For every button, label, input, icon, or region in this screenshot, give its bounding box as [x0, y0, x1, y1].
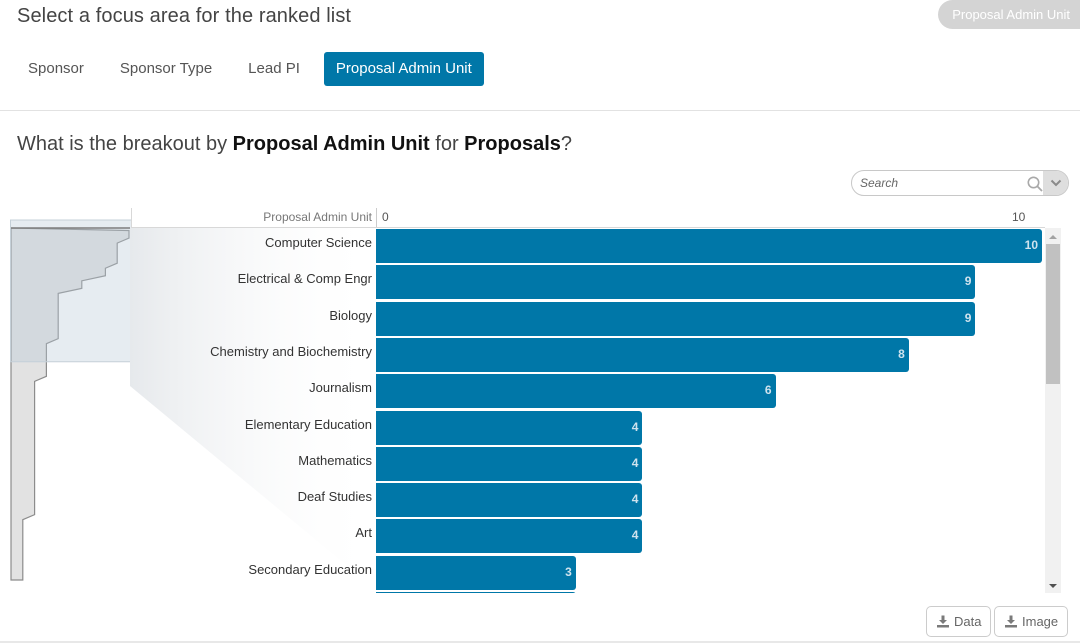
- axis-zero-line: [376, 208, 377, 227]
- header-divider: [0, 110, 1080, 111]
- tab-sponsor-type[interactable]: Sponsor Type: [108, 52, 224, 86]
- chart-question: What is the breakout by Proposal Admin U…: [17, 133, 572, 156]
- bar[interactable]: 4: [376, 446, 643, 481]
- bar[interactable]: 9: [376, 265, 976, 300]
- bar-value-label: 9: [964, 274, 972, 289]
- axis-dimension-label: Proposal Admin Unit: [263, 210, 372, 224]
- bar-label[interactable]: Biology: [329, 308, 372, 323]
- bar-value-label: 4: [631, 492, 639, 507]
- focus-area-title: Select a focus area for the ranked list: [17, 5, 352, 27]
- scrollbar-thumb[interactable]: [1046, 244, 1060, 384]
- bar-label[interactable]: Deaf Studies: [298, 489, 372, 504]
- bar-chart-area: Computer Science 10 Electrical & Comp Engr…: [130, 228, 1045, 593]
- search-icon[interactable]: [1026, 175, 1044, 193]
- bar-label[interactable]: Art: [355, 525, 372, 540]
- search-box: [851, 170, 1069, 196]
- bar-value-label: 4: [631, 419, 639, 434]
- bar[interactable]: 8: [376, 337, 909, 372]
- chevron-down-icon: [1050, 179, 1061, 187]
- tab-proposal-admin-unit[interactable]: Proposal Admin Unit: [323, 52, 484, 86]
- question-suffix: ?: [560, 133, 572, 155]
- current-focus-pill[interactable]: Proposal Admin Unit: [938, 0, 1080, 29]
- search-input[interactable]: [860, 174, 1020, 192]
- chart-scrollbar[interactable]: [1045, 228, 1061, 593]
- question-prefix: What is the breakout by: [17, 133, 233, 155]
- search-dropdown-button[interactable]: [1043, 171, 1068, 195]
- scroll-down-arrow-icon[interactable]: [1045, 579, 1061, 593]
- x-tick-0: 0: [382, 210, 389, 224]
- bar-value-label: 6: [764, 383, 772, 398]
- bar-value-label: 3: [565, 564, 572, 579]
- bar[interactable]: 6: [376, 374, 776, 409]
- tab-sponsor[interactable]: Sponsor: [16, 52, 96, 86]
- bar-label[interactable]: Electrical & Comp Engr: [238, 271, 372, 286]
- scroll-up-arrow-icon[interactable]: [1045, 230, 1061, 244]
- download-icon: [1005, 615, 1017, 628]
- bar-label[interactable]: Journalism: [309, 380, 372, 395]
- question-measure: Proposals: [464, 133, 561, 155]
- overview-divider: [131, 208, 132, 227]
- bar-label[interactable]: Elementary Education: [245, 417, 372, 432]
- bar-label[interactable]: Secondary Education: [248, 562, 372, 577]
- bar-value-label: 4: [631, 528, 639, 543]
- tab-lead-pi[interactable]: Lead PI: [236, 52, 312, 86]
- bar-value-label: 10: [1024, 238, 1038, 252]
- x-tick-10: 10: [1012, 210, 1026, 224]
- download-image-button[interactable]: Image: [994, 606, 1069, 637]
- download-data-label: Data: [954, 614, 982, 629]
- download-icon: [937, 615, 949, 628]
- bar-label[interactable]: Computer Science: [265, 235, 372, 250]
- bar-value-label: 9: [964, 310, 972, 325]
- overview-chart: [10, 219, 132, 581]
- bar[interactable]: 4: [376, 483, 643, 518]
- bar[interactable]: 9: [376, 301, 976, 336]
- overview-viewport-window: [10, 219, 132, 363]
- question-middle: for: [429, 133, 465, 155]
- bar-next-partial[interactable]: [376, 592, 576, 593]
- focus-tabs: Sponsor Sponsor Type Lead PI Proposal Ad…: [16, 52, 496, 86]
- bar-value-label: 8: [898, 346, 905, 361]
- bar[interactable]: 10: [376, 229, 1042, 263]
- download-image-label: Image: [1022, 614, 1059, 629]
- question-dimension: Proposal Admin Unit: [232, 133, 430, 155]
- bar[interactable]: 4: [376, 410, 643, 445]
- bar-value-label: 4: [631, 455, 639, 470]
- overview-minimap[interactable]: [10, 218, 132, 582]
- download-data-button[interactable]: Data: [926, 606, 992, 637]
- bar[interactable]: 4: [376, 519, 643, 554]
- bar-label[interactable]: Chemistry and Biochemistry: [210, 344, 372, 359]
- bar-label[interactable]: Mathematics: [298, 453, 372, 468]
- bar[interactable]: 3: [376, 555, 576, 590]
